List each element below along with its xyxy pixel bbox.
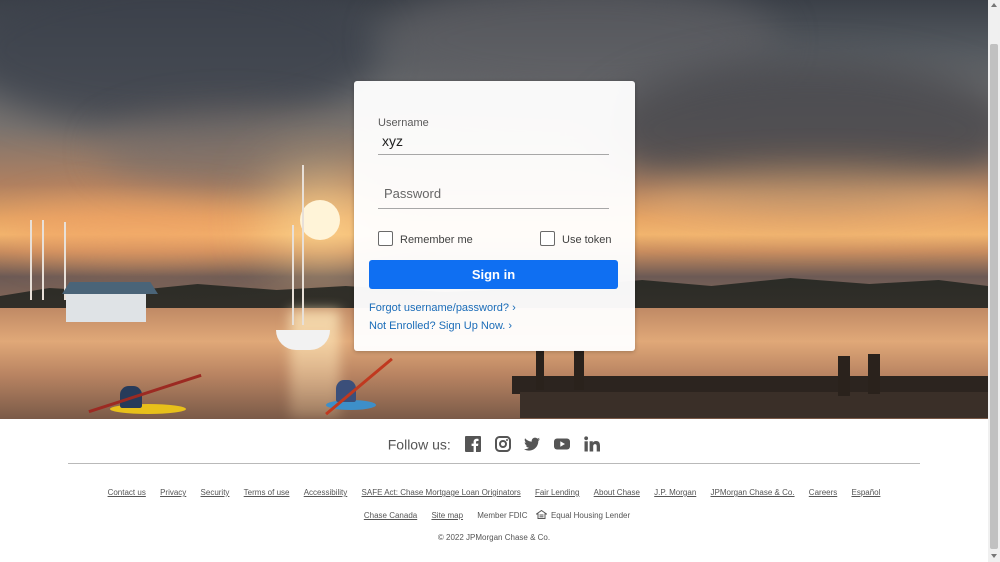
remember-me-label[interactable]: Remember me	[400, 234, 473, 246]
footer-link-fair-lending[interactable]: Fair Lending	[535, 488, 579, 497]
social-follow-bar: Follow us:	[0, 435, 988, 453]
footer-link-jp-morgan[interactable]: J.P. Morgan	[654, 488, 696, 497]
member-fdic-text: Member FDIC	[477, 511, 528, 520]
footer-link-chase-canada[interactable]: Chase Canada	[364, 511, 417, 520]
forgot-username-password-link[interactable]: Forgot username/password? ›	[369, 302, 516, 314]
footer-link-safe-act[interactable]: SAFE Act: Chase Mortgage Loan Originator…	[362, 488, 521, 497]
scroll-down-arrow-icon[interactable]	[991, 554, 997, 558]
password-underline	[378, 208, 609, 209]
footer-link-security[interactable]: Security	[201, 488, 230, 497]
scroll-up-arrow-icon[interactable]	[991, 3, 997, 7]
scrollbar-thumb[interactable]	[990, 44, 998, 549]
sign-in-button[interactable]: Sign in	[369, 260, 618, 289]
remember-me-checkbox[interactable]	[378, 231, 393, 246]
password-input[interactable]: Password	[384, 186, 441, 201]
footer-link-site-map[interactable]: Site map	[431, 511, 463, 520]
equal-housing-icon	[534, 509, 548, 519]
username-underline	[378, 154, 609, 155]
username-label: Username	[378, 117, 429, 129]
footer-links-row-2: Chase Canada Site map Member FDIC Equal …	[0, 509, 988, 520]
use-token-checkbox[interactable]	[540, 231, 555, 246]
footer-link-espanol[interactable]: Español	[851, 488, 880, 497]
footer-links-row-1: Contact us Privacy Security Terms of use…	[0, 488, 988, 497]
footer-link-jpmorgan-chase-co[interactable]: JPMorgan Chase & Co.	[711, 488, 795, 497]
footer-link-careers[interactable]: Careers	[809, 488, 837, 497]
equal-housing-lender-text: Equal Housing Lender	[550, 511, 631, 520]
not-enrolled-sign-up-link[interactable]: Not Enrolled? Sign Up Now. ›	[369, 320, 512, 332]
youtube-icon[interactable]	[554, 436, 571, 452]
follow-us-label: Follow us:	[387, 436, 451, 453]
footer-divider	[68, 463, 920, 464]
footer-link-about-chase[interactable]: About Chase	[594, 488, 640, 497]
footer-link-accessibility[interactable]: Accessibility	[304, 488, 348, 497]
instagram-icon[interactable]	[494, 436, 511, 453]
username-input[interactable]: xyz	[382, 133, 403, 149]
footer-link-contact-us[interactable]: Contact us	[108, 488, 146, 497]
twitter-icon[interactable]	[524, 436, 541, 452]
use-token-label[interactable]: Use token	[562, 234, 612, 246]
copyright-text: © 2022 JPMorgan Chase & Co.	[437, 533, 551, 542]
login-panel: Username xyz Password Remember me Use to…	[354, 81, 635, 351]
facebook-icon[interactable]	[464, 436, 481, 453]
footer-link-privacy[interactable]: Privacy	[160, 488, 186, 497]
footer-link-terms-of-use[interactable]: Terms of use	[244, 488, 290, 497]
page: Username xyz Password Remember me Use to…	[0, 0, 988, 562]
linkedin-icon[interactable]	[584, 436, 601, 452]
